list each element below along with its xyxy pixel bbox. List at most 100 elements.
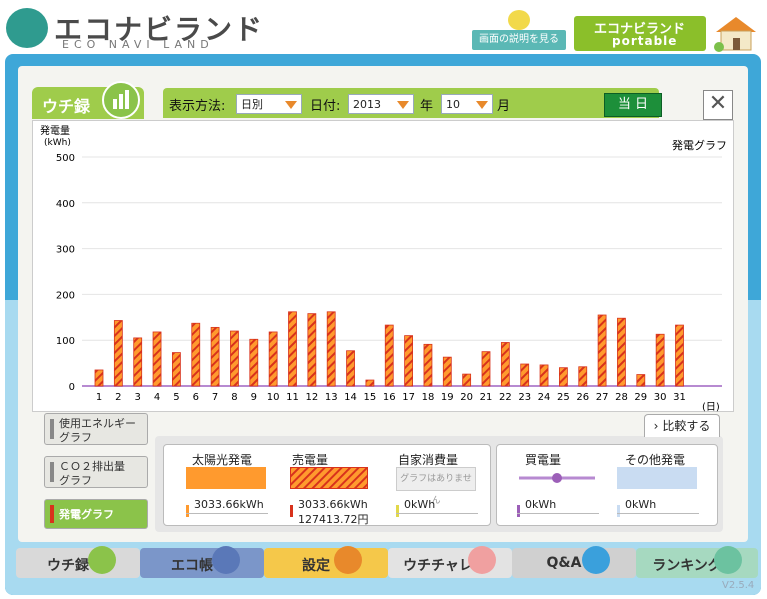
- other-gen-swatch: [617, 467, 697, 489]
- x-tick-label: 10: [267, 392, 280, 403]
- energy-graph-button[interactable]: 使用エネルギー グラフ: [44, 413, 148, 445]
- compare-tab[interactable]: › 比較する: [644, 414, 720, 437]
- mascot-icon: [508, 10, 530, 30]
- bar-day-18[interactable]: [423, 343, 433, 387]
- bar-day-21[interactable]: [481, 351, 491, 387]
- buy-label: 買電量: [525, 453, 562, 467]
- buy-underline: [517, 513, 599, 514]
- today-button[interactable]: 当 日: [604, 93, 662, 117]
- display-method-value: 日別: [241, 98, 263, 111]
- bar-day-19[interactable]: [442, 356, 452, 387]
- portable-sub: portable: [612, 34, 678, 48]
- sell-marker: [290, 505, 293, 517]
- month-value: 10: [446, 98, 460, 111]
- legend-main: 太陽光発電 3033.66kWh 売電量 3033.66kWh 127413.7…: [163, 444, 491, 526]
- bar-day-6[interactable]: [191, 322, 201, 387]
- bar-day-8[interactable]: [230, 330, 239, 387]
- buy-swatch: [519, 473, 595, 483]
- crown-icon: [714, 546, 742, 574]
- x-tick-label: 16: [383, 392, 396, 403]
- bar-day-24[interactable]: [539, 364, 549, 387]
- button-marker: [50, 419, 54, 439]
- solar-marker: [186, 505, 189, 517]
- x-tick-label: 4: [154, 392, 160, 403]
- other-gen-label: その他発電: [625, 453, 686, 467]
- help-button[interactable]: 画面の説明を見る: [472, 30, 566, 50]
- bar-day-9[interactable]: [249, 338, 259, 387]
- x-tick-label: 31: [673, 392, 686, 403]
- y-tick-label: 100: [56, 336, 75, 347]
- date-label: 日付:: [310, 99, 341, 114]
- x-tick-label: 3: [135, 392, 141, 403]
- bar-day-20[interactable]: [462, 373, 472, 387]
- bar-day-10[interactable]: [268, 331, 278, 387]
- tab-uchiroku[interactable]: ウチ録: [32, 81, 144, 119]
- x-tick-label: 2: [115, 392, 121, 403]
- bar-day-30[interactable]: [655, 333, 665, 387]
- bar-day-13[interactable]: [326, 311, 336, 387]
- display-method-select[interactable]: 日別: [236, 94, 302, 114]
- other-underline: [617, 513, 699, 514]
- bar-day-27[interactable]: [597, 314, 607, 387]
- x-tick-label: 26: [576, 392, 589, 403]
- bar-day-2[interactable]: [113, 320, 123, 387]
- power-graph-label: 発電グラフ: [59, 508, 114, 521]
- other-gen-value: 0kWh: [625, 498, 657, 511]
- x-tick-label: 24: [538, 392, 551, 403]
- self-marker: [396, 505, 399, 517]
- month-select[interactable]: 10: [441, 94, 493, 114]
- nav-ecocho-label: エコ帳: [171, 558, 213, 574]
- x-tick-label: 12: [305, 392, 318, 403]
- bar-day-5[interactable]: [171, 352, 181, 387]
- logo-mark: [6, 8, 48, 48]
- x-tick-label: 30: [654, 392, 667, 403]
- y-tick-label: 200: [56, 290, 75, 301]
- sell-swatch: [290, 467, 368, 489]
- nav-ranking[interactable]: ランキング: [636, 546, 758, 578]
- tab-uchiroku-label: ウチ録: [42, 97, 91, 116]
- bar-day-17[interactable]: [404, 335, 414, 387]
- display-method-label: 表示方法:: [169, 99, 226, 114]
- bar-day-14[interactable]: [346, 350, 355, 387]
- version-label: V2.5.4: [722, 580, 755, 591]
- y-tick-label: 500: [56, 153, 75, 164]
- bar-day-23[interactable]: [520, 363, 530, 387]
- close-icon[interactable]: ✕: [703, 90, 733, 120]
- solar-label: 太陽光発電: [192, 453, 253, 467]
- bar-day-7[interactable]: [210, 326, 220, 387]
- x-tick-label: 19: [441, 392, 454, 403]
- nav-uchiroku-label: ウチ録: [47, 558, 89, 574]
- bar-day-4[interactable]: [152, 331, 162, 387]
- x-tick-label: 5: [173, 392, 179, 403]
- bar-day-26[interactable]: [578, 366, 588, 387]
- x-tick-label: 11: [286, 392, 299, 403]
- bar-day-3[interactable]: [133, 337, 143, 387]
- bar-day-16[interactable]: [384, 324, 394, 387]
- bar-day-29[interactable]: [636, 374, 646, 387]
- month-unit: 月: [497, 99, 511, 114]
- bar-day-22[interactable]: [500, 342, 510, 387]
- chevron-down-icon: [397, 101, 409, 109]
- power-graph-button[interactable]: 発電グラフ: [44, 499, 148, 529]
- bar-day-28[interactable]: [617, 317, 626, 387]
- x-tick-label: 20: [460, 392, 473, 403]
- notebook-icon: [212, 546, 240, 574]
- bar-day-11[interactable]: [288, 311, 297, 387]
- x-tick-label: 15: [364, 392, 377, 403]
- x-tick-label: 18: [422, 392, 435, 403]
- power-chart: 01002003004005001 2 3 4 5 6 7 8 9 10 11 12 13 14 15 16 1…: [40, 124, 727, 412]
- year-select[interactable]: 2013: [348, 94, 414, 114]
- portable-button[interactable]: エコナビランド portable: [574, 16, 706, 51]
- home-icon[interactable]: [712, 14, 760, 52]
- sell-yen: 127413.72円: [298, 513, 369, 526]
- y-axis-label: 発電量: [40, 124, 70, 137]
- bar-day-1[interactable]: [94, 369, 104, 387]
- bar-day-15[interactable]: [365, 379, 375, 387]
- chart-title: 発電グラフ: [672, 138, 727, 152]
- bar-day-31[interactable]: [675, 324, 684, 387]
- x-tick-label: 14: [344, 392, 357, 403]
- co2-graph-button[interactable]: ＣＯ２排出量 グラフ: [44, 456, 148, 488]
- bar-day-12[interactable]: [307, 313, 317, 387]
- nav-qa-label: Q&A: [546, 555, 582, 571]
- bar-day-25[interactable]: [559, 367, 568, 387]
